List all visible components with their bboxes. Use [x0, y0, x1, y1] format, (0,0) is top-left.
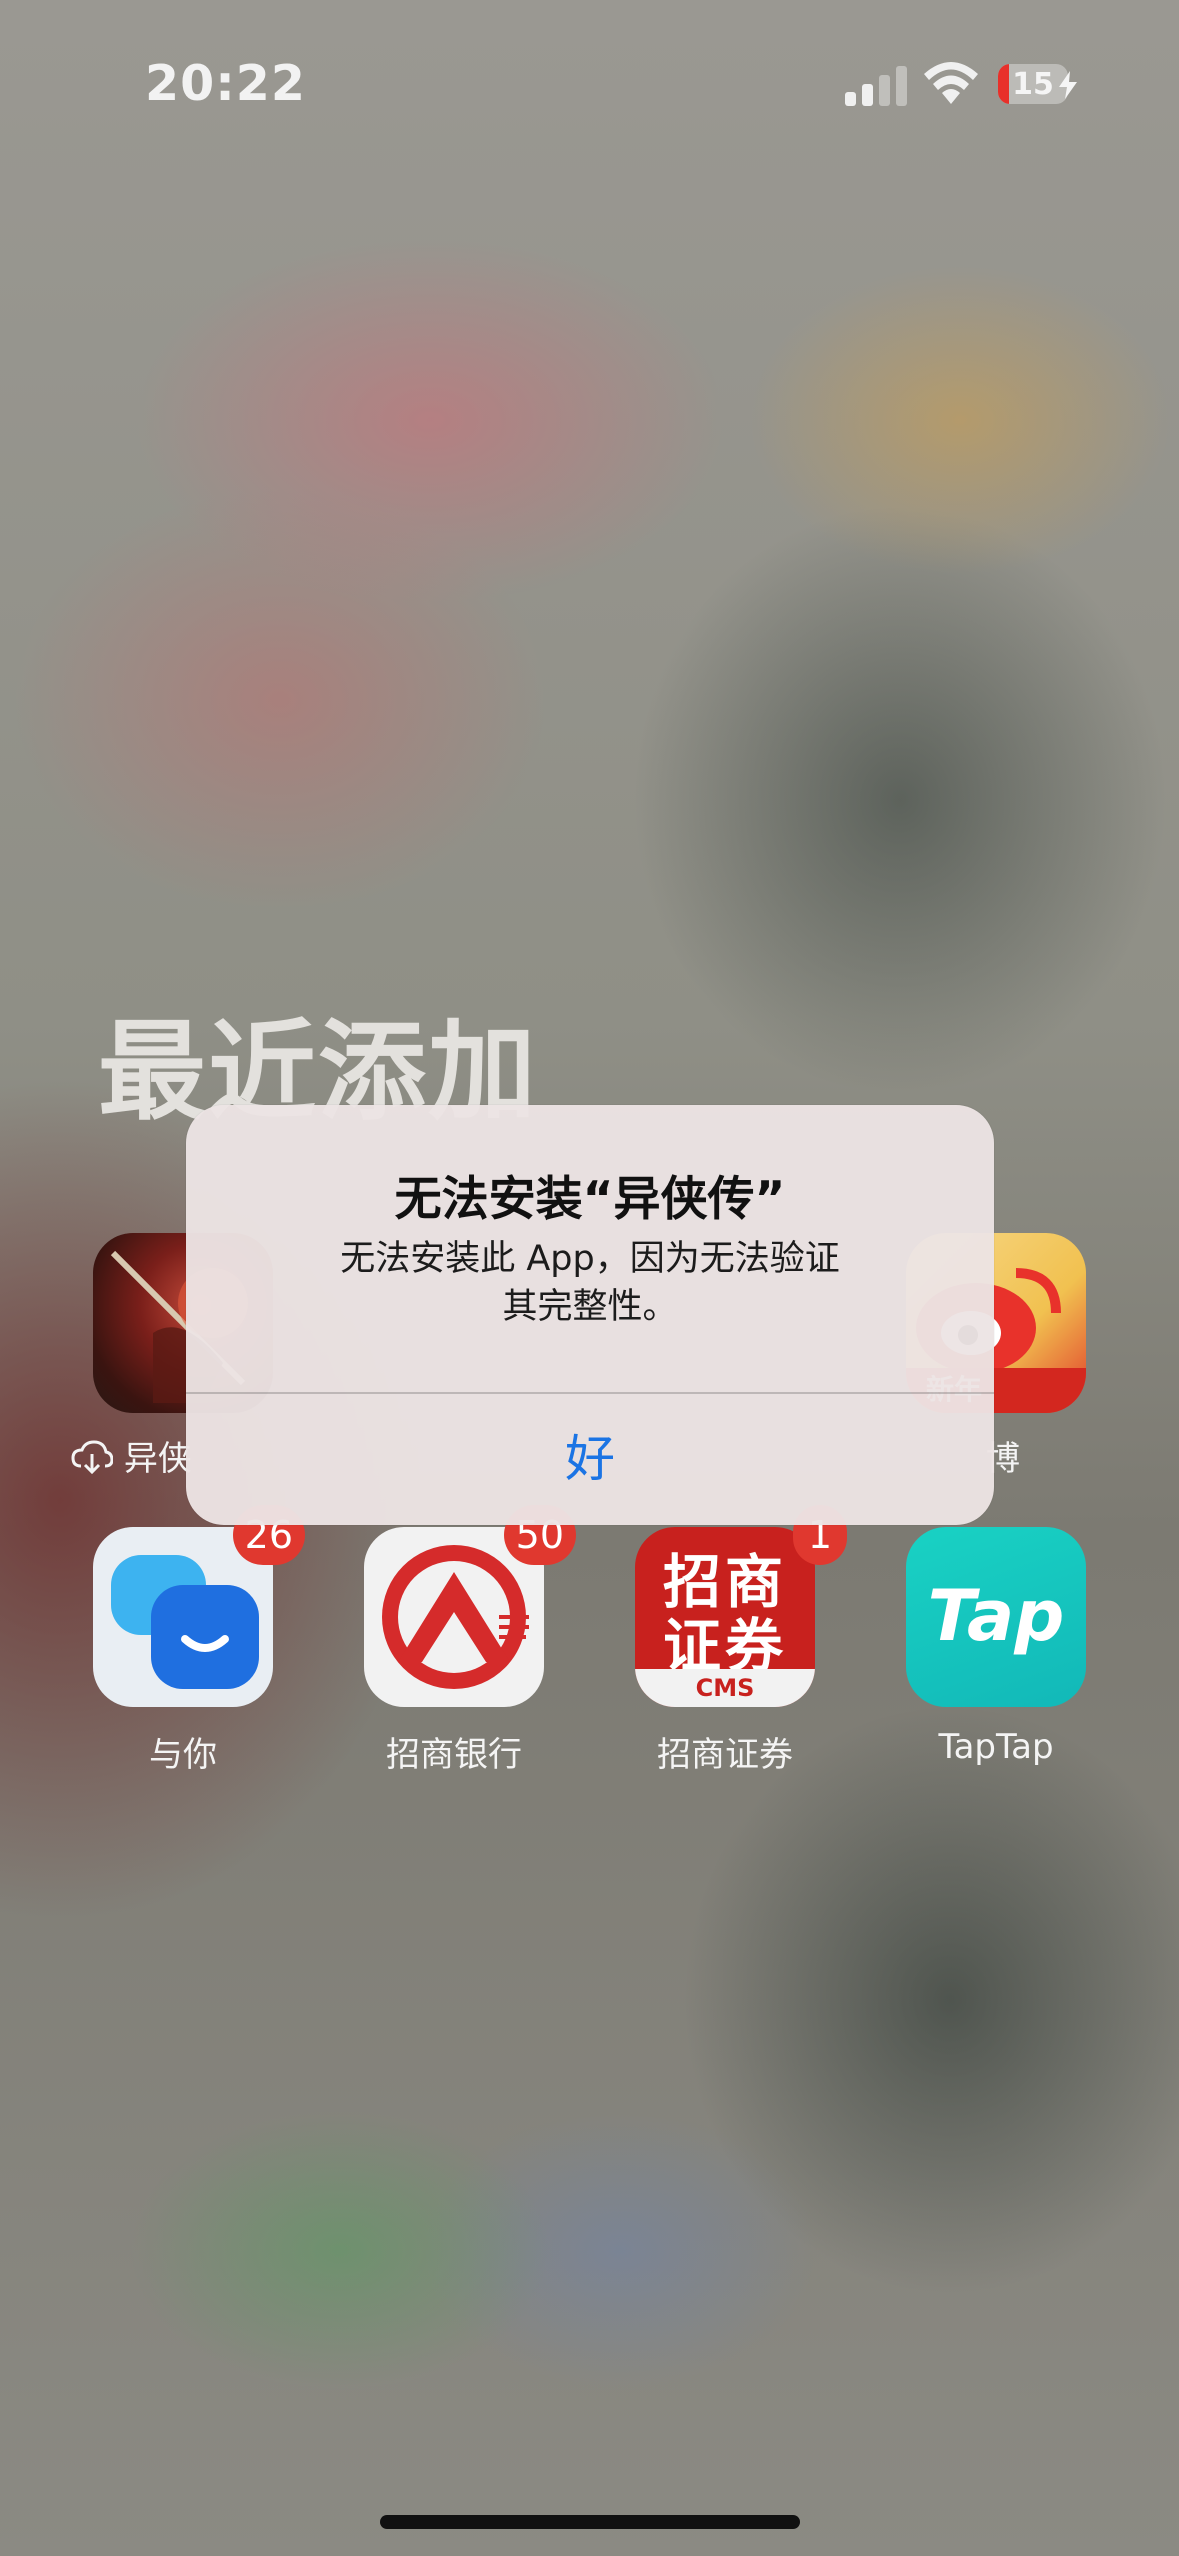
app-label: 招商证券 [657, 1735, 793, 1775]
app-label: 与你 [149, 1735, 217, 1775]
alert-ok-button[interactable]: 好 [186, 1394, 994, 1525]
app-taptap[interactable]: Tap TapTap [906, 1527, 1086, 1767]
app-yuni[interactable]: 26 与你 [93, 1505, 305, 1775]
cms-icon-subtext: CMS [635, 1669, 815, 1707]
wifi-icon [924, 62, 978, 104]
status-time: 20:22 [145, 55, 306, 112]
alert-message-line-1: 无法安装此 App，因为无法验证 [340, 1239, 840, 1279]
alert-message: 无法安装此 App，因为无法验证 其完整性。 [266, 1235, 914, 1331]
app-label: TapTap [938, 1727, 1054, 1767]
taptap-app-icon: Tap [906, 1527, 1086, 1707]
alert-title: 无法安装“异侠传” [394, 1172, 786, 1227]
alert-message-line-2: 其完整性。 [502, 1287, 678, 1327]
home-indicator[interactable] [380, 2515, 800, 2529]
status-bar: 20:22 15 [0, 0, 1179, 170]
install-error-alert: 无法安装“异侠传” 无法安装此 App，因为无法验证 其完整性。 好 [186, 1105, 994, 1525]
taptap-icon-text: Tap [927, 1575, 1065, 1657]
charging-bolt-icon [1059, 71, 1077, 99]
app-label: 招商银行 [386, 1735, 522, 1775]
icloud-download-icon [71, 1440, 114, 1475]
app-label: 异侠 [123, 1439, 192, 1479]
cellular-signal-icon [845, 62, 907, 106]
app-cmb[interactable]: 50 招商银行 [364, 1505, 576, 1775]
app-cms[interactable]: 招商 证券 CMS 1 招商证券 [635, 1505, 847, 1775]
cms-app-icon: 招商 证券 CMS [635, 1527, 815, 1707]
